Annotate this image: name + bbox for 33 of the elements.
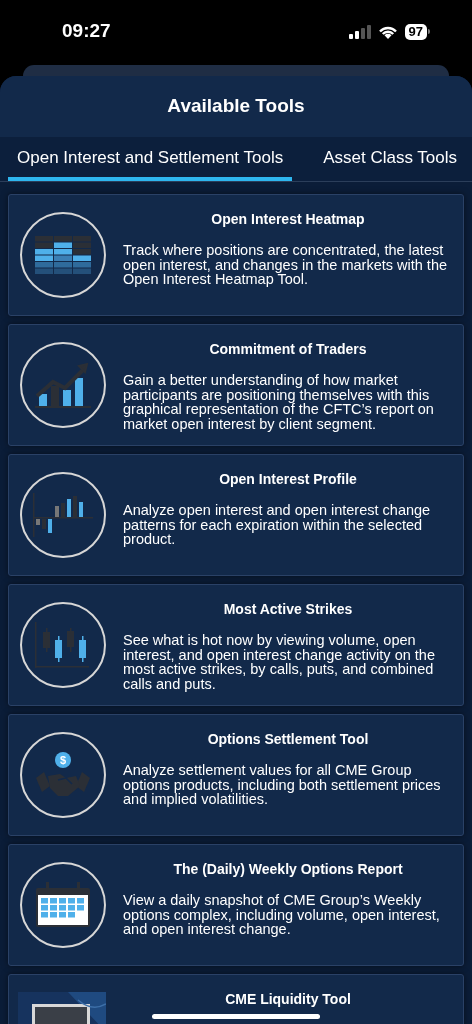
tool-title: The (Daily) Weekly Options Report bbox=[173, 860, 403, 879]
tool-title: Options Settlement Tool bbox=[207, 730, 369, 749]
tool-title: Commitment of Traders bbox=[209, 340, 367, 359]
tool-card[interactable]: The (Daily) Weekly Options Report View a daily snapshot of CME Group’s Weekly options complex, including volume, open interest, and open interest change. bbox=[8, 844, 464, 966]
dollar-badge: $ bbox=[55, 752, 71, 768]
tool-card[interactable] bbox=[8, 324, 464, 446]
tool-title: Open Interest Profile bbox=[219, 470, 357, 489]
tool-description: Track where positions are concentrated, the latest open interest, and changes in the markets with the Open Interest Heatmap Tool. bbox=[123, 243, 449, 287]
tool-description: Gain a better understanding of how market participants are positioning themselves with this graphical representation of the CFTC’s report on market open interest by client segment. bbox=[123, 373, 435, 431]
tool-card[interactable]: Open Interest Heatmap Track where positions are concentrated, the latest open interest, and changes in the markets with the Open Interest Heatmap Tool. bbox=[8, 194, 464, 316]
bar-chart-icon bbox=[33, 493, 93, 537]
tool-description: Analyze open interest and open interest change patterns for each expiration within the selected product. bbox=[123, 503, 432, 547]
wifi-icon bbox=[377, 24, 398, 39]
tool-description: See what is hot now by viewing volume, open interest, and open interest change activity on the most active strikes, by calls, puts, and combined calls and puts. bbox=[123, 633, 436, 691]
tool-description: View a daily snapshot of CME Group’s Weekly options complex, including volume, open interest, and open interest change. bbox=[123, 893, 441, 937]
growth-chart-icon bbox=[35, 362, 91, 408]
tool-card[interactable]: Most Active Strikes See what is hot now by viewing volume, open interest, and open interest change activity on the most active strikes, by calls, puts, and combined calls and puts. bbox=[8, 584, 464, 706]
tab[interactable]: Asset Class Tools bbox=[314, 137, 467, 181]
heatmap-icon bbox=[35, 235, 91, 275]
calendar-icon bbox=[35, 882, 91, 928]
tool-title: Most Active Strikes bbox=[223, 600, 353, 619]
tool-description: Analyze settlement values for all CME Group options products, including both settlement prices and implied volatilities. bbox=[123, 763, 442, 807]
signal-icon bbox=[348, 24, 371, 39]
tool-card[interactable]: $ Options Settlement Tool Analyze settlement values for all CME Group options products, including both settlement prices and implied volatilities. bbox=[8, 714, 464, 836]
status-time: 09:27 bbox=[62, 19, 111, 44]
tool-title: CME Liquidity Tool bbox=[225, 990, 351, 1009]
tab[interactable]: Open Interest and Settlement Tools bbox=[8, 137, 293, 181]
tool-card[interactable]: CME Liquidity Tool bbox=[8, 974, 464, 1024]
candlestick-chart-icon bbox=[35, 622, 91, 668]
tool-card[interactable]: Open Interest Profile Analyze open interest and open interest change patterns for each expiration within the selected product. bbox=[8, 454, 464, 576]
tool-title: Open Interest Heatmap bbox=[211, 210, 365, 229]
battery-icon: 97 bbox=[404, 23, 430, 40]
sheet-title: Available Tools bbox=[167, 94, 305, 119]
